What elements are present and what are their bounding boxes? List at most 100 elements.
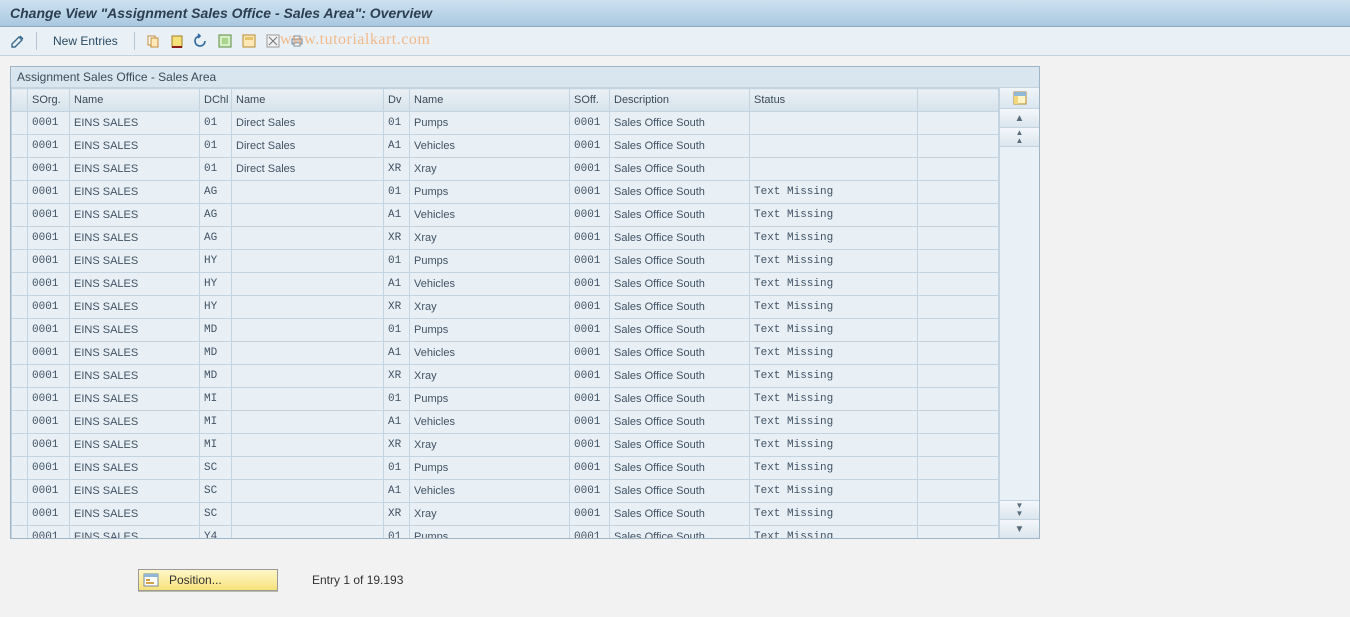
cell-name1[interactable]: EINS SALES [70, 135, 200, 158]
cell-dchl[interactable]: Y4 [200, 526, 232, 539]
table-row[interactable]: 0001EINS SALESHY01Pumps0001Sales Office … [12, 250, 999, 273]
cell-desc[interactable]: Sales Office South [610, 434, 750, 457]
cell-status[interactable]: Text Missing [750, 503, 918, 526]
cell-dchl[interactable]: AG [200, 204, 232, 227]
cell-sorg[interactable]: 0001 [28, 227, 70, 250]
cell-dchl[interactable]: SC [200, 457, 232, 480]
cell-sorg[interactable]: 0001 [28, 181, 70, 204]
col-name3-header[interactable]: Name [410, 89, 570, 112]
cell-status[interactable]: Text Missing [750, 204, 918, 227]
row-selector[interactable] [12, 526, 28, 539]
cell-name3[interactable]: Pumps [410, 457, 570, 480]
cell-name2[interactable] [232, 250, 384, 273]
delete-icon[interactable] [167, 31, 187, 51]
cell-soff[interactable]: 0001 [570, 112, 610, 135]
cell-desc[interactable]: Sales Office South [610, 158, 750, 181]
cell-soff[interactable]: 0001 [570, 365, 610, 388]
cell-status[interactable] [750, 135, 918, 158]
table-row[interactable]: 0001EINS SALESHYXRXray0001Sales Office S… [12, 296, 999, 319]
vscroll-up-icon[interactable]: ▲ [1000, 109, 1039, 128]
deselect-all-icon[interactable] [263, 31, 283, 51]
cell-soff[interactable]: 0001 [570, 342, 610, 365]
cell-name2[interactable] [232, 181, 384, 204]
cell-sorg[interactable]: 0001 [28, 526, 70, 539]
cell-status[interactable]: Text Missing [750, 296, 918, 319]
col-soff-header[interactable]: SOff. [570, 89, 610, 112]
table-row[interactable]: 0001EINS SALESAG01Pumps0001Sales Office … [12, 181, 999, 204]
cell-name1[interactable]: EINS SALES [70, 480, 200, 503]
cell-dchl[interactable]: MI [200, 411, 232, 434]
table-row[interactable]: 0001EINS SALESMDXRXray0001Sales Office S… [12, 365, 999, 388]
cell-name1[interactable]: EINS SALES [70, 273, 200, 296]
cell-dchl[interactable]: AG [200, 227, 232, 250]
cell-name2[interactable] [232, 480, 384, 503]
cell-status[interactable] [750, 158, 918, 181]
cell-soff[interactable]: 0001 [570, 158, 610, 181]
cell-name2[interactable] [232, 296, 384, 319]
row-selector[interactable] [12, 181, 28, 204]
cell-name1[interactable]: EINS SALES [70, 388, 200, 411]
col-name2-header[interactable]: Name [232, 89, 384, 112]
cell-soff[interactable]: 0001 [570, 434, 610, 457]
cell-name3[interactable]: Pumps [410, 250, 570, 273]
cell-dchl[interactable]: HY [200, 296, 232, 319]
row-selector[interactable] [12, 273, 28, 296]
cell-name3[interactable]: Vehicles [410, 204, 570, 227]
cell-dv[interactable]: 01 [384, 112, 410, 135]
cell-name2[interactable]: Direct Sales [232, 112, 384, 135]
cell-name3[interactable]: Xray [410, 503, 570, 526]
row-selector[interactable] [12, 135, 28, 158]
cell-name1[interactable]: EINS SALES [70, 296, 200, 319]
cell-name3[interactable]: Pumps [410, 181, 570, 204]
cell-dv[interactable]: 01 [384, 388, 410, 411]
cell-name3[interactable]: Xray [410, 296, 570, 319]
row-selector[interactable] [12, 411, 28, 434]
col-sorg-header[interactable]: SOrg. [28, 89, 70, 112]
cell-desc[interactable]: Sales Office South [610, 365, 750, 388]
select-all-header[interactable] [12, 89, 28, 112]
cell-name2[interactable] [232, 365, 384, 388]
row-selector[interactable] [12, 434, 28, 457]
cell-soff[interactable]: 0001 [570, 319, 610, 342]
cell-name1[interactable]: EINS SALES [70, 204, 200, 227]
cell-sorg[interactable]: 0001 [28, 365, 70, 388]
cell-dchl[interactable]: 01 [200, 158, 232, 181]
cell-soff[interactable]: 0001 [570, 227, 610, 250]
cell-dchl[interactable]: 01 [200, 112, 232, 135]
cell-name3[interactable]: Vehicles [410, 273, 570, 296]
cell-status[interactable]: Text Missing [750, 181, 918, 204]
cell-desc[interactable]: Sales Office South [610, 480, 750, 503]
cell-sorg[interactable]: 0001 [28, 204, 70, 227]
cell-sorg[interactable]: 0001 [28, 411, 70, 434]
cell-dv[interactable]: XR [384, 434, 410, 457]
row-selector[interactable] [12, 365, 28, 388]
cell-name3[interactable]: Pumps [410, 388, 570, 411]
cell-soff[interactable]: 0001 [570, 388, 610, 411]
cell-desc[interactable]: Sales Office South [610, 342, 750, 365]
cell-soff[interactable]: 0001 [570, 296, 610, 319]
cell-name1[interactable]: EINS SALES [70, 365, 200, 388]
table-row[interactable]: 0001EINS SALESHYA1Vehicles0001Sales Offi… [12, 273, 999, 296]
cell-desc[interactable]: Sales Office South [610, 411, 750, 434]
table-row[interactable]: 0001EINS SALES01Direct Sales01Pumps0001S… [12, 112, 999, 135]
cell-dchl[interactable]: MD [200, 342, 232, 365]
cell-dchl[interactable]: MD [200, 365, 232, 388]
copy-icon[interactable] [143, 31, 163, 51]
cell-status[interactable]: Text Missing [750, 457, 918, 480]
cell-dchl[interactable]: SC [200, 480, 232, 503]
undo-icon[interactable] [191, 31, 211, 51]
cell-desc[interactable]: Sales Office South [610, 319, 750, 342]
cell-dv[interactable]: 01 [384, 181, 410, 204]
cell-sorg[interactable]: 0001 [28, 158, 70, 181]
row-selector[interactable] [12, 158, 28, 181]
cell-name1[interactable]: EINS SALES [70, 342, 200, 365]
cell-dchl[interactable]: HY [200, 250, 232, 273]
cell-dchl[interactable]: AG [200, 181, 232, 204]
cell-soff[interactable]: 0001 [570, 273, 610, 296]
cell-dv[interactable]: XR [384, 296, 410, 319]
cell-name2[interactable] [232, 434, 384, 457]
cell-name2[interactable] [232, 526, 384, 539]
col-name1-header[interactable]: Name [70, 89, 200, 112]
cell-sorg[interactable]: 0001 [28, 503, 70, 526]
table-row[interactable]: 0001EINS SALESMIA1Vehicles0001Sales Offi… [12, 411, 999, 434]
